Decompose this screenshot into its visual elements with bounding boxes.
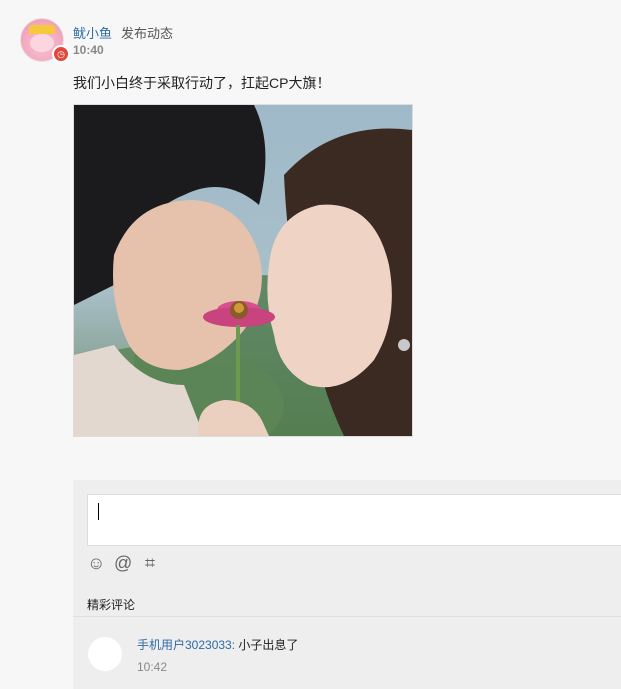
comment-timestamp: 10:42 xyxy=(137,660,168,674)
emoji-icon[interactable]: ☺ xyxy=(87,554,105,572)
photo-illustration xyxy=(74,105,412,436)
comment-text: 小子出息了 xyxy=(238,638,299,652)
comment-input[interactable] xyxy=(87,494,621,546)
feed-post: ◷ 鱿小鱼 发布动态 10:40 我们小白终于采取行动了，扛起CP大旗！ ☺ @… xyxy=(0,0,621,689)
timer-badge-icon: ◷ xyxy=(52,45,70,63)
mention-icon[interactable]: @ xyxy=(114,554,132,572)
featured-comments-title: 精彩评论 xyxy=(87,598,136,612)
composer-toolbar: ☺ @ ⌗ xyxy=(87,554,159,572)
commenter-name-link[interactable]: 手机用户3023033: xyxy=(137,638,235,652)
post-action-label: 发布动态 xyxy=(121,26,174,41)
comment-panel: ☺ @ ⌗ 精彩评论 手机用户3023033: 小子出息了 10:42 xyxy=(73,480,621,689)
comment-body: 手机用户3023033: 小子出息了 xyxy=(137,636,298,653)
post-photo[interactable] xyxy=(73,104,413,437)
post-text: 我们小白终于采取行动了，扛起CP大旗！ xyxy=(73,75,331,91)
text-caret xyxy=(98,503,99,520)
username-link[interactable]: 鱿小鱼 xyxy=(73,23,112,42)
crown-graphic xyxy=(29,25,55,34)
pig-face-graphic xyxy=(30,34,54,52)
divider xyxy=(73,616,621,617)
commenter-avatar[interactable] xyxy=(88,637,122,671)
hashtag-icon[interactable]: ⌗ xyxy=(141,554,159,572)
post-timestamp: 10:40 xyxy=(73,43,104,57)
